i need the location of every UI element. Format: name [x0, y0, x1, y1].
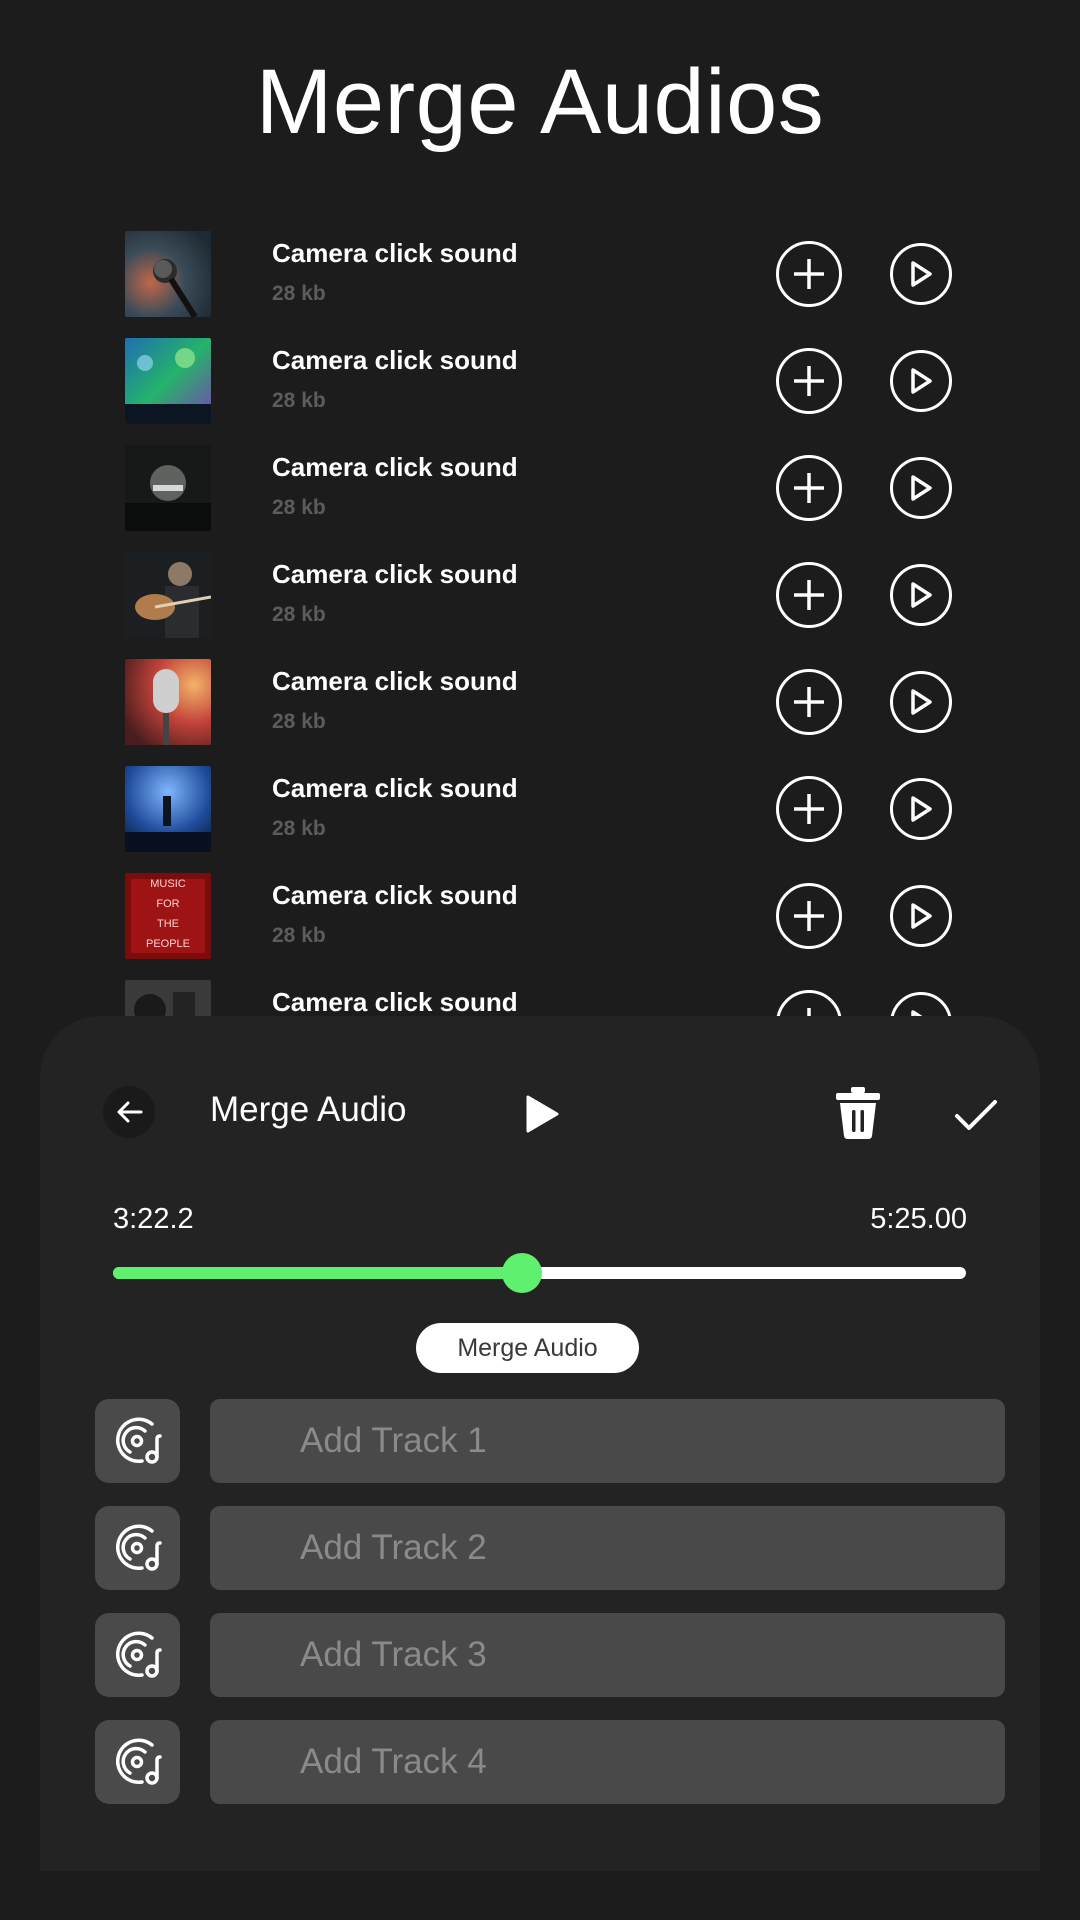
neon-sign-word: MUSIC [150, 878, 186, 890]
confirm-button[interactable] [953, 1092, 999, 1138]
item-size: 28 kb [272, 817, 326, 840]
thumbnail-microphone [125, 231, 211, 317]
add-track-input-1[interactable] [210, 1399, 1005, 1483]
neon-sign-word: PEOPLE [146, 938, 190, 950]
track-select-button[interactable] [95, 1399, 180, 1483]
item-size: 28 kb [272, 496, 326, 519]
slider-fill [113, 1267, 523, 1279]
item-title: Camera click sound [272, 880, 518, 910]
merge-audio-button[interactable]: Merge Audio [416, 1323, 639, 1373]
page-title: Merge Audios [255, 51, 825, 153]
play-button[interactable] [890, 778, 952, 840]
music-disc-icon [115, 1417, 162, 1464]
back-button[interactable] [103, 1086, 155, 1138]
add-circle-icon [794, 901, 824, 931]
item-size: 28 kb [272, 924, 326, 947]
add-button[interactable] [776, 562, 842, 628]
play-circle-icon [911, 689, 932, 715]
list-item[interactable]: Camera click sound 28 kb [0, 436, 1080, 543]
add-button[interactable] [776, 241, 842, 307]
play-circle-icon [911, 261, 932, 287]
play-button[interactable] [890, 564, 952, 626]
item-size: 28 kb [272, 603, 326, 626]
item-title: Camera click sound [272, 666, 518, 696]
item-size: 28 kb [272, 389, 326, 412]
music-disc-icon [115, 1738, 162, 1785]
list-item[interactable]: MUSIC FOR THE PEOPLE Camera click sound … [0, 864, 1080, 971]
track-select-button[interactable] [95, 1506, 180, 1590]
list-item[interactable]: Camera click sound 28 kb [0, 222, 1080, 329]
track-row-1 [95, 1399, 1005, 1483]
arrow-left-icon [117, 1101, 143, 1123]
thumbnail-neon-sign: MUSIC FOR THE PEOPLE [125, 873, 211, 959]
add-track-input-3[interactable] [210, 1613, 1005, 1697]
play-button[interactable] [890, 885, 952, 947]
add-button[interactable] [776, 776, 842, 842]
slider-handle[interactable] [502, 1253, 543, 1293]
add-track-input-4[interactable] [210, 1720, 1005, 1804]
play-button[interactable] [890, 671, 952, 733]
thumbnail-vintage-mic [125, 659, 211, 745]
play-button[interactable] [890, 243, 952, 305]
add-circle-icon [794, 794, 824, 824]
add-button[interactable] [776, 348, 842, 414]
add-circle-icon [794, 259, 824, 289]
item-size: 28 kb [272, 282, 326, 305]
play-circle-icon [911, 582, 932, 608]
neon-sign-word: THE [157, 918, 179, 930]
add-circle-icon [794, 687, 824, 717]
add-circle-icon [794, 580, 824, 610]
list-item[interactable]: Camera click sound 28 kb [0, 650, 1080, 757]
panel-title: Merge Audio [210, 1090, 407, 1129]
track-row-2 [95, 1506, 1005, 1590]
track-row-3 [95, 1613, 1005, 1697]
list-item[interactable]: Camera click sound [0, 971, 1080, 1022]
add-track-input-2[interactable] [210, 1506, 1005, 1590]
track-select-button[interactable] [95, 1613, 180, 1697]
merge-panel: Merge Audio 3:22.2 5:25.00 Merge Audio A… [40, 1016, 1040, 1871]
merge-audios-screen: Merge Audios Camera click sound 28 kb Ca… [0, 0, 1080, 1920]
delete-button[interactable] [832, 1085, 884, 1141]
list-item[interactable]: Camera click sound 28 kb [0, 757, 1080, 864]
play-circle-icon [911, 368, 932, 394]
add-button[interactable] [776, 669, 842, 735]
item-title: Camera click sound [272, 559, 518, 589]
item-size: 28 kb [272, 710, 326, 733]
thumbnail-guitarist [125, 552, 211, 638]
add-circle-icon [794, 473, 824, 503]
play-circle-icon [911, 475, 932, 501]
trash-icon [836, 1087, 880, 1139]
track-select-button[interactable] [95, 1720, 180, 1804]
current-time: 3:22.2 [113, 1203, 194, 1235]
play-circle-icon [911, 903, 932, 929]
add-button[interactable] [776, 883, 842, 949]
item-title: Camera click sound [272, 987, 518, 1017]
play-button[interactable] [890, 457, 952, 519]
total-time: 5:25.00 [870, 1203, 967, 1235]
music-disc-icon [115, 1524, 162, 1571]
preview-play-button[interactable] [520, 1092, 564, 1136]
add-circle-icon [794, 366, 824, 396]
play-button[interactable] [890, 350, 952, 412]
item-title: Camera click sound [272, 452, 518, 482]
play-icon [526, 1095, 559, 1133]
music-disc-icon [115, 1631, 162, 1678]
add-button[interactable] [776, 455, 842, 521]
list-item[interactable]: Camera click sound 28 kb [0, 543, 1080, 650]
play-circle-icon [911, 796, 932, 822]
thumbnail-stage-crowd [125, 445, 211, 531]
list-item[interactable]: Camera click sound 28 kb [0, 329, 1080, 436]
thumbnail-blue-concert [125, 766, 211, 852]
track-row-4 [95, 1720, 1005, 1804]
thumbnail-concert-lights [125, 338, 211, 424]
neon-sign-word: FOR [156, 898, 179, 910]
item-title: Camera click sound [272, 773, 518, 803]
item-title: Camera click sound [272, 238, 518, 268]
progress-slider[interactable] [113, 1253, 966, 1293]
audio-list: Camera click sound 28 kb Camera click so [0, 222, 1080, 1022]
item-title: Camera click sound [272, 345, 518, 375]
check-icon [955, 1100, 997, 1130]
